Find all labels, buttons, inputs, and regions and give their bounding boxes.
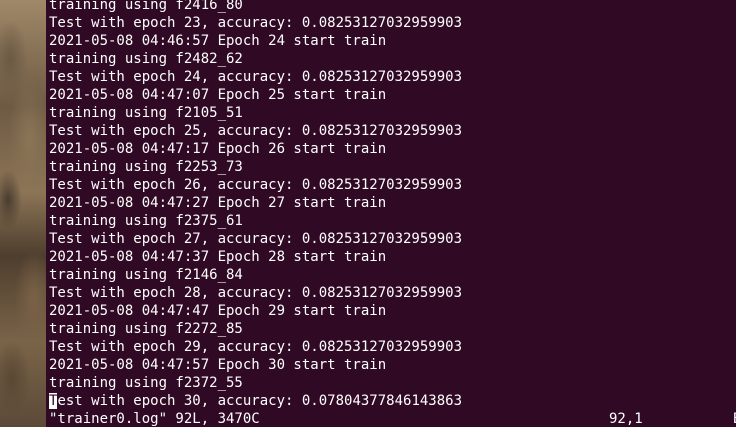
status-file-info: "trainer0.log" 92L, 3470C	[49, 411, 260, 427]
log-line-test-result: Test with epoch 25, accuracy: 0.08253127…	[49, 123, 463, 139]
log-line-training: training using f2253_73	[49, 159, 243, 175]
terminal-output[interactable]: training using f2416_80 Test with epoch …	[49, 0, 462, 410]
terminal-window[interactable]: training using f2416_80 Test with epoch …	[46, 0, 736, 427]
log-line-epoch-start: 2021-05-08 04:47:27 Epoch 27 start train	[49, 195, 387, 211]
log-line-training: training using f2105_51	[49, 105, 243, 121]
desktop-background	[0, 0, 46, 427]
log-line-epoch-start: 2021-05-08 04:47:37 Epoch 28 start train	[49, 249, 387, 265]
log-line-epoch-start: 2021-05-08 04:46:57 Epoch 24 start train	[49, 33, 387, 49]
log-line-epoch-start: 2021-05-08 04:47:47 Epoch 29 start train	[49, 303, 387, 319]
log-line-epoch-start: 2021-05-08 04:47:17 Epoch 26 start train	[49, 141, 387, 157]
log-line-epoch-start: 2021-05-08 04:47:57 Epoch 30 start train	[49, 357, 387, 373]
log-line-test-result: Test with epoch 26, accuracy: 0.08253127…	[49, 177, 463, 193]
log-line-cursor-text: est with epoch 30, accuracy: 0.078043778…	[57, 393, 463, 409]
log-line-training: training using f2372_55	[49, 375, 243, 391]
log-line-test-result: Test with epoch 29, accuracy: 0.08253127…	[49, 339, 463, 355]
log-line-training: training using f2375_61	[49, 213, 243, 229]
log-line-training: training using f2272_85	[49, 321, 243, 337]
log-line-training: training using f2416_80	[49, 0, 243, 13]
log-line-epoch-start: 2021-05-08 04:47:07 Epoch 25 start train	[49, 87, 387, 103]
log-line-test-result: Test with epoch 27, accuracy: 0.08253127…	[49, 231, 463, 247]
log-line-test-result: Test with epoch 24, accuracy: 0.08253127…	[49, 69, 463, 85]
vim-status-bar: "trainer0.log" 92L, 3470C 92,1 B	[49, 410, 736, 427]
log-line-test-result: Test with epoch 28, accuracy: 0.08253127…	[49, 285, 463, 301]
log-line-test-result: Test with epoch 23, accuracy: 0.08253127…	[49, 15, 463, 31]
log-line-training: training using f2146_84	[49, 267, 243, 283]
status-cursor-position: 92,1	[609, 411, 643, 427]
log-line-cursor: Test with epoch 30, accuracy: 0.07804377…	[49, 392, 462, 410]
log-line-training: training using f2482_62	[49, 51, 243, 67]
screen: training using f2416_80 Test with epoch …	[0, 0, 736, 427]
